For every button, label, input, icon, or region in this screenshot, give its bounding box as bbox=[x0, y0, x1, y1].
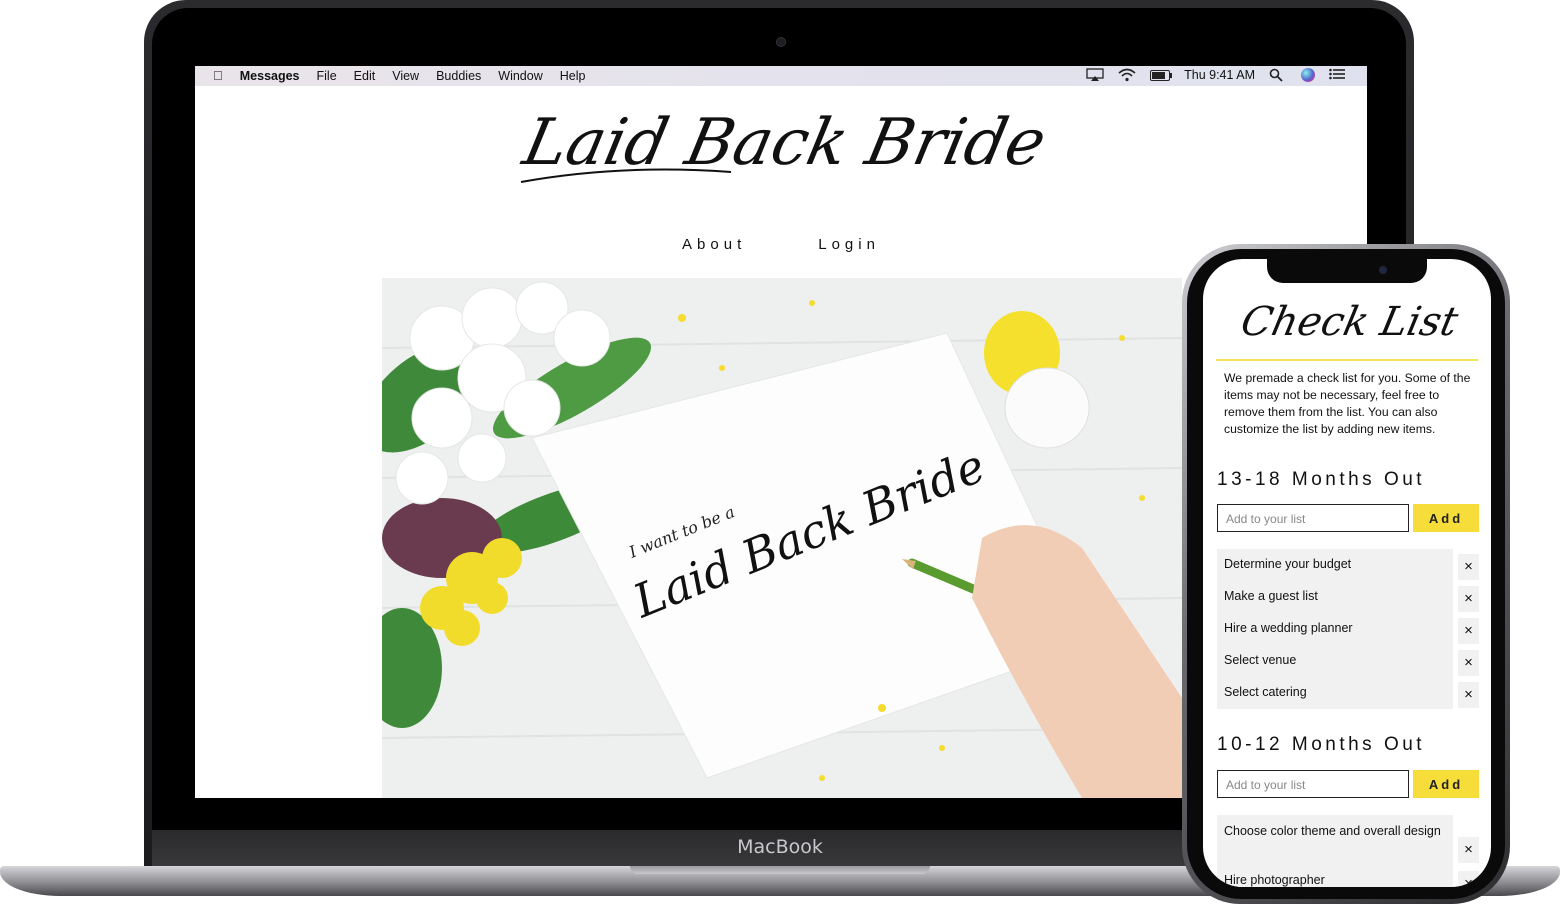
add-button-10-12[interactable]: Add bbox=[1413, 770, 1479, 798]
checklist-title: Check List bbox=[1203, 277, 1491, 362]
checklist-intro: We premade a check list for you. Some of… bbox=[1224, 371, 1471, 436]
list-item: Hire a wedding planner bbox=[1224, 621, 1353, 635]
list-item: Select venue bbox=[1224, 653, 1297, 667]
menu-view[interactable]: View bbox=[392, 69, 419, 83]
apple-icon[interactable]:  bbox=[213, 68, 223, 83]
hero-illustration: I want to be a Laid Back Bride bbox=[382, 281, 1182, 798]
list-item: Select catering bbox=[1224, 685, 1307, 699]
title-divider bbox=[1216, 359, 1478, 361]
menu-app-name[interactable]: Messages bbox=[240, 69, 300, 83]
laptop-base-notch bbox=[630, 866, 930, 874]
remove-item-button[interactable]: × bbox=[1458, 618, 1479, 644]
siri-icon[interactable] bbox=[1301, 68, 1315, 82]
checklist-13-18: Determine your budget Make a guest list … bbox=[1217, 549, 1453, 709]
search-icon[interactable] bbox=[1269, 68, 1287, 82]
list-item: Choose color theme and overall design bbox=[1224, 824, 1441, 838]
remove-item-button[interactable]: × bbox=[1458, 682, 1479, 708]
list-icon[interactable] bbox=[1329, 68, 1347, 82]
list-item: Make a guest list bbox=[1224, 589, 1318, 603]
remove-item-button[interactable]: × bbox=[1458, 837, 1479, 863]
nav-login[interactable]: Login bbox=[818, 236, 880, 253]
laid-back-bride-logo: Laid Back Bride bbox=[516, 106, 1052, 183]
remove-item-button[interactable]: × bbox=[1458, 650, 1479, 676]
device-mockup:  Messages File Edit View Buddies Window… bbox=[0, 0, 1560, 904]
phone-screen: Check List We premade a check list for y… bbox=[1203, 259, 1491, 887]
wifi-icon[interactable] bbox=[1118, 68, 1136, 82]
site-nav: About Login bbox=[195, 236, 1367, 253]
remove-item-button[interactable]: × bbox=[1458, 871, 1479, 887]
white-stone bbox=[1004, 367, 1090, 449]
add-button-13-18[interactable]: Add bbox=[1413, 504, 1479, 532]
remove-item-button[interactable]: × bbox=[1458, 586, 1479, 612]
site-logo[interactable]: Laid Back Bride bbox=[195, 94, 1367, 199]
section-title-13-18: 13-18 Months Out bbox=[1217, 469, 1426, 490]
menu-window[interactable]: Window bbox=[498, 69, 542, 83]
add-item-input-13-18[interactable]: Add to your list bbox=[1217, 504, 1409, 532]
menu-edit[interactable]: Edit bbox=[354, 69, 376, 83]
list-item: Hire photographer bbox=[1224, 873, 1325, 887]
menu-file[interactable]: File bbox=[317, 69, 337, 83]
remove-item-button[interactable]: × bbox=[1458, 554, 1479, 580]
battery-icon[interactable] bbox=[1150, 69, 1173, 81]
mac-menubar:  Messages File Edit View Buddies Window… bbox=[195, 66, 1367, 86]
menu-help[interactable]: Help bbox=[560, 69, 586, 83]
menubar-clock[interactable]: Thu 9:41 AM bbox=[1184, 68, 1255, 82]
menu-buddies[interactable]: Buddies bbox=[436, 69, 481, 83]
list-item: Determine your budget bbox=[1224, 557, 1352, 571]
section-title-10-12: 10-12 Months Out bbox=[1217, 734, 1426, 755]
camera-icon bbox=[776, 37, 786, 47]
checklist-10-12: Choose color theme and overall design Hi… bbox=[1217, 815, 1453, 887]
airplay-icon[interactable] bbox=[1086, 68, 1104, 82]
logo-text: Laid Back Bride bbox=[516, 106, 1052, 180]
checklist-title-text: Check List bbox=[1237, 297, 1462, 344]
hero-image: I want to be a Laid Back Bride bbox=[382, 278, 1182, 798]
add-item-input-10-12[interactable]: Add to your list bbox=[1217, 770, 1409, 798]
nav-about[interactable]: About bbox=[682, 236, 746, 253]
